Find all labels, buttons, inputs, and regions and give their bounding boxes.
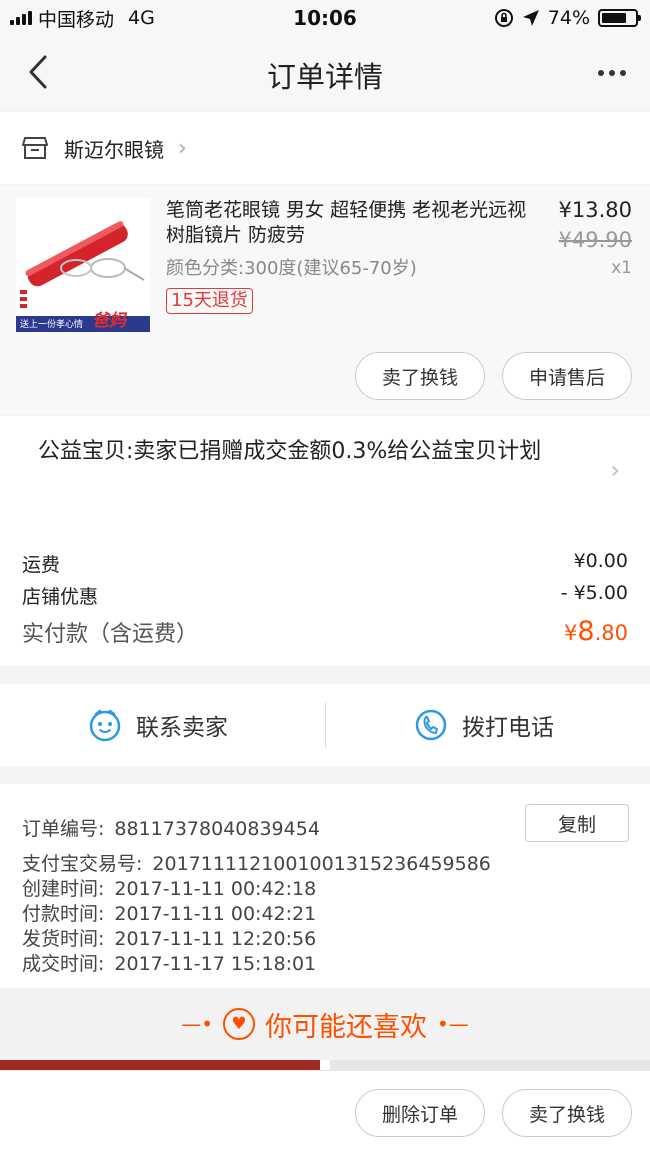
reco-item-image [0,1060,320,1070]
reco-gap [320,1060,330,1070]
bottom-action-bar: 删除订单 卖了换钱 [0,1070,650,1156]
product-thumbnail[interactable]: 送上一份孝心情 爸妈 [16,198,150,332]
contact-bar: 联系卖家 拨打电话 [0,684,650,766]
after-sales-button[interactable]: 申请售后 [502,352,632,400]
battery-icon [598,9,641,27]
paid-integer: 8 [577,616,595,647]
sell-button[interactable]: 卖了换钱 [502,1089,632,1137]
product-quantity: x1 [611,258,632,278]
call-phone-button[interactable]: 拨打电话 [414,684,554,766]
info-value: 2017-11-11 00:42:18 [114,878,317,900]
thumbnail-badge: 爸妈 [92,311,126,331]
discount-row: 店铺优惠 - ¥5.00 [22,582,628,609]
rotation-lock-icon [494,9,513,27]
info-value: 2017-11-17 15:18:01 [114,953,317,975]
more-button[interactable] [592,56,632,90]
more-dot [609,70,615,76]
divider [325,702,326,748]
page-title: 订单详情 [266,60,383,94]
nav-bar: 订单详情 [0,36,650,110]
info-value: 2017-11-11 12:20:56 [114,928,317,950]
product-title[interactable]: 笔筒老花眼镜 男女 超轻便携 老视老光远视 树脂镜片 防疲劳 [166,198,536,248]
alipay-trade-row: 支付宝交易号: 2017111121001001315236459586 [22,849,491,876]
battery-level [602,13,626,23]
paid-decimal: .80 [594,621,628,645]
thumbnail-caption: 送上一份孝心情 [20,320,84,330]
product-price: ¥13.80 [558,198,632,222]
right-dash-icon: •— [437,1012,469,1036]
shipping-label: 运费 [22,554,61,576]
more-dot [620,70,626,76]
phone-icon [415,709,447,741]
info-label: 发货时间: [22,928,105,950]
info-label: 成交时间: [22,953,105,975]
chevron-right-icon: › [178,135,187,161]
status-bar: 中国移动 4G 10:06 74% [0,0,650,36]
info-value: 2017111121001001315236459586 [152,853,491,875]
payment-summary: 公益宝贝:卖家已捐赠成交金额0.3%给公益宝贝计划 › 运费 ¥0.00 店铺优… [0,416,650,666]
contact-seller-button[interactable]: 联系卖家 [88,684,228,766]
recommendation-preview[interactable] [0,1060,650,1070]
discount-value: - ¥5.00 [560,582,628,604]
info-value: 88117378040839454 [114,818,320,840]
chat-icon [89,709,121,742]
order-number-row: 订单编号: 88117378040839454 [22,814,320,841]
contact-seller-label: 联系卖家 [136,715,228,741]
location-icon [522,10,539,26]
discount-label: 店铺优惠 [22,586,99,608]
more-dots-icon [598,70,604,76]
charity-notice[interactable]: 公益宝贝:卖家已捐赠成交金额0.3%给公益宝贝计划 [38,438,568,466]
shop-row[interactable]: 斯迈尔眼镜 › [0,112,650,184]
shop-icon [22,137,48,159]
shipped-time-row: 发货时间: 2017-11-11 12:20:56 [22,924,316,951]
left-dash-icon: —• [181,1012,213,1036]
copy-button[interactable]: 复制 [525,804,629,842]
delete-order-button[interactable]: 删除订单 [355,1089,485,1137]
shop-name: 斯迈尔眼镜 [64,137,164,162]
shipping-value: ¥0.00 [573,550,628,572]
reco-item-image [330,1060,650,1070]
recommendation-title: 你可能还喜欢 [265,1011,427,1043]
paid-currency: ¥ [564,621,578,645]
shipping-row: 运费 ¥0.00 [22,550,628,577]
paid-time-row: 付款时间: 2017-11-11 00:42:21 [22,899,316,926]
info-label: 订单编号: [22,818,105,840]
glasses-image [16,198,150,332]
paid-amount: ¥8.80 [564,616,628,648]
paid-label: 实付款（含运费） [22,622,199,647]
sell-button[interactable]: 卖了换钱 [355,352,485,400]
product-spec: 颜色分类:300度(建议65-70岁) [166,258,417,279]
battery-percent: 74% [547,7,590,29]
call-phone-label: 拨打电话 [462,715,554,741]
paid-row: 实付款（含运费） ¥8.80 [22,616,628,648]
chevron-right-icon: › [610,456,620,484]
order-info: 订单编号: 88117378040839454 支付宝交易号: 2017111121… [0,784,650,988]
completed-time-row: 成交时间: 2017-11-17 15:18:01 [22,949,316,976]
info-label: 支付宝交易号: [22,853,143,875]
return-policy-badge: 15天退货 [166,288,253,314]
info-label: 创建时间: [22,878,105,900]
product-card[interactable]: 送上一份孝心情 爸妈 笔筒老花眼镜 男女 超轻便携 老视老光远视 树脂镜片 防疲… [0,186,650,414]
info-label: 付款时间: [22,903,105,925]
created-time-row: 创建时间: 2017-11-11 00:42:18 [22,874,316,901]
info-value: 2017-11-11 00:42:21 [114,903,317,925]
recommendation-header: —• ♥ 你可能还喜欢 •— [0,988,650,1060]
product-original-price: ¥49.90 [558,228,632,252]
heart-icon: ♥ [223,1008,255,1040]
